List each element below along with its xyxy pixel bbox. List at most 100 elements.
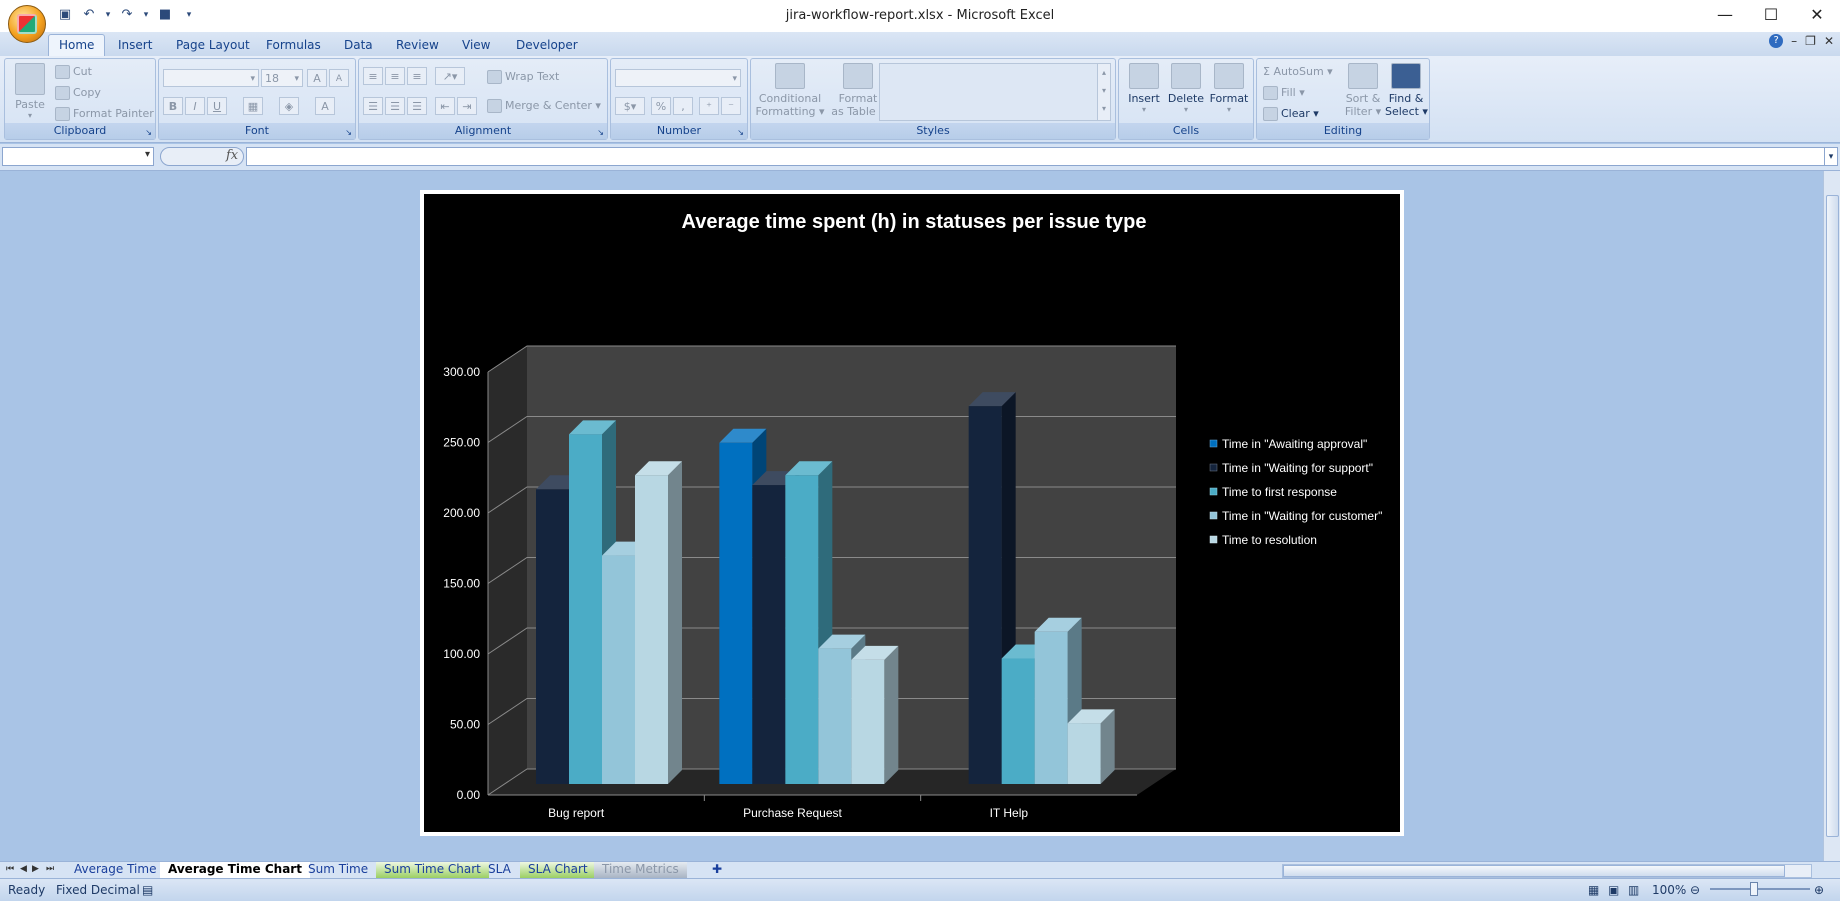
- delete-cells-button[interactable]: Delete ▾: [1167, 63, 1205, 114]
- sheet-tab-time-metrics[interactable]: Time Metrics: [594, 862, 687, 878]
- tab-developer[interactable]: Developer: [506, 35, 588, 56]
- horizontal-scroll-thumb[interactable]: [1283, 865, 1785, 877]
- number-launcher-icon[interactable]: ↘: [737, 128, 744, 137]
- decrease-decimal-icon[interactable]: ⁻: [721, 97, 741, 115]
- tab-view[interactable]: View: [452, 35, 500, 56]
- x-tick-label: Bug report: [548, 806, 605, 820]
- close-icon[interactable]: ✕: [1794, 0, 1840, 32]
- comma-button[interactable]: ,: [673, 97, 693, 115]
- number-format-select[interactable]: [615, 69, 741, 88]
- alignment-launcher-icon[interactable]: ↘: [597, 128, 604, 137]
- align-left-icon[interactable]: ☰: [363, 97, 383, 115]
- name-box[interactable]: [2, 147, 154, 166]
- sigma-icon: Σ: [1263, 65, 1270, 78]
- fill-button[interactable]: Fill ▾: [1263, 86, 1305, 100]
- fill-color-icon[interactable]: ◈: [279, 97, 299, 115]
- formula-input[interactable]: [246, 147, 1826, 166]
- insert-function-button[interactable]: fx: [226, 148, 238, 163]
- autosum-button[interactable]: Σ AutoSum ▾: [1263, 65, 1333, 78]
- zoom-level[interactable]: 100%: [1652, 883, 1686, 897]
- doc-restore-icon[interactable]: ❐: [1805, 34, 1816, 48]
- font-launcher-icon[interactable]: ↘: [345, 128, 352, 137]
- align-bottom-icon[interactable]: ≡: [407, 67, 427, 85]
- clipboard-label: Clipboard: [5, 123, 155, 139]
- first-sheet-icon[interactable]: ⏮: [6, 864, 14, 874]
- align-right-icon[interactable]: ☰: [407, 97, 427, 115]
- increase-indent-icon[interactable]: ⇥: [457, 97, 477, 115]
- currency-icon[interactable]: $▾: [615, 97, 645, 115]
- orientation-icon[interactable]: ↗▾: [435, 67, 465, 85]
- paste-button[interactable]: Paste ▾: [13, 63, 47, 120]
- font-color-button[interactable]: A: [315, 97, 335, 115]
- underline-button[interactable]: U: [207, 97, 227, 115]
- sheet-tab-sla-chart[interactable]: SLA Chart: [520, 862, 596, 878]
- italic-button[interactable]: I: [185, 97, 205, 115]
- clear-button[interactable]: Clear ▾: [1263, 107, 1319, 121]
- format-painter-button[interactable]: Format Painter: [55, 107, 154, 121]
- bold-button[interactable]: B: [163, 97, 183, 115]
- cut-button[interactable]: Cut: [55, 65, 92, 79]
- zoom-out-icon[interactable]: ⊖: [1690, 883, 1700, 897]
- doc-close-icon[interactable]: ✕: [1824, 34, 1834, 48]
- align-middle-icon[interactable]: ≡: [385, 67, 405, 85]
- shrink-font-button[interactable]: A: [329, 69, 349, 87]
- decrease-indent-icon[interactable]: ⇤: [435, 97, 455, 115]
- maximize-icon[interactable]: ☐: [1748, 0, 1794, 32]
- find-select-button[interactable]: Find & Select ▾: [1385, 63, 1428, 118]
- font-family-select[interactable]: [163, 69, 259, 88]
- tab-page-layout[interactable]: Page Layout: [166, 35, 260, 56]
- zoom-slider[interactable]: [1710, 888, 1810, 890]
- grow-font-button[interactable]: A: [307, 69, 327, 87]
- status-mode: Fixed Decimal: [56, 883, 140, 897]
- sheet-tab-sum-time[interactable]: Sum Time: [300, 862, 376, 878]
- help-icon[interactable]: ?: [1769, 34, 1784, 48]
- borders-icon[interactable]: ▦: [243, 97, 263, 115]
- tab-home[interactable]: Home: [48, 34, 106, 56]
- bar-front: [1001, 658, 1035, 784]
- format-cells-button[interactable]: Format ▾: [1209, 63, 1249, 114]
- vertical-scroll-thumb[interactable]: [1826, 195, 1839, 837]
- tab-data[interactable]: Data: [334, 35, 383, 56]
- font-size-select[interactable]: 18: [261, 69, 303, 88]
- wrap-text-button[interactable]: Wrap Text: [487, 70, 559, 84]
- next-sheet-icon[interactable]: ▶: [32, 864, 39, 874]
- normal-view-icon[interactable]: ▦: [1588, 883, 1599, 897]
- sheet-tab-average-time[interactable]: Average Time: [66, 862, 164, 878]
- zoom-slider-knob[interactable]: [1750, 882, 1758, 896]
- page-break-view-icon[interactable]: ▥: [1628, 883, 1639, 897]
- expand-formula-bar-icon[interactable]: ▾: [1824, 147, 1838, 166]
- y-tick-label: 50.00: [450, 718, 480, 732]
- align-center-icon[interactable]: ☰: [385, 97, 405, 115]
- percent-button[interactable]: %: [651, 97, 671, 115]
- vertical-scrollbar[interactable]: [1823, 171, 1840, 861]
- chart-area[interactable]: Average time spent (h) in statuses per i…: [420, 190, 1404, 836]
- increase-decimal-icon[interactable]: ⁺: [699, 97, 719, 115]
- tab-insert[interactable]: Insert: [108, 35, 162, 56]
- cell-styles-gallery[interactable]: [879, 63, 1099, 121]
- tab-formulas[interactable]: Formulas: [256, 35, 331, 56]
- last-sheet-icon[interactable]: ⏭: [46, 864, 54, 874]
- macro-record-icon[interactable]: ▤: [142, 883, 153, 897]
- conditional-formatting-button[interactable]: Conditional Formatting ▾: [755, 63, 825, 118]
- prev-sheet-icon[interactable]: ◀: [20, 864, 27, 874]
- insert-sheet-icon[interactable]: ✚: [704, 862, 730, 878]
- doc-minimize-icon[interactable]: –: [1791, 34, 1797, 48]
- copy-button[interactable]: Copy: [55, 86, 101, 100]
- sort-filter-button[interactable]: Sort & Filter ▾: [1343, 63, 1383, 118]
- styles-group: Conditional Formatting ▾ Format as Table…: [750, 58, 1116, 140]
- merge-center-button[interactable]: Merge & Center ▾: [487, 99, 601, 113]
- sheet-tab-sum-time-chart[interactable]: Sum Time Chart: [376, 862, 489, 878]
- insert-cells-button[interactable]: Insert ▾: [1125, 63, 1163, 114]
- page-layout-view-icon[interactable]: ▣: [1608, 883, 1619, 897]
- gallery-scroll[interactable]: ▴ ▾ ▾: [1097, 63, 1111, 121]
- align-top-icon[interactable]: ≡: [363, 67, 383, 85]
- minimize-icon[interactable]: —: [1702, 0, 1748, 32]
- zoom-in-icon[interactable]: ⊕: [1814, 883, 1824, 897]
- horizontal-scrollbar[interactable]: [1282, 864, 1812, 878]
- clipboard-launcher-icon[interactable]: ↘: [145, 128, 152, 137]
- office-button[interactable]: [8, 5, 46, 43]
- bar-front: [719, 442, 753, 784]
- tab-review[interactable]: Review: [386, 35, 449, 56]
- sheet-tab-sla[interactable]: SLA: [480, 862, 519, 878]
- chart-svg[interactable]: Average time spent (h) in statuses per i…: [424, 194, 1400, 832]
